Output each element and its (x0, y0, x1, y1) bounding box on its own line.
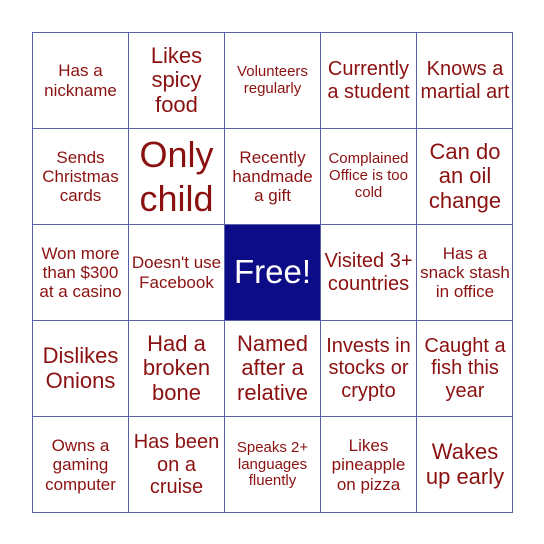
bingo-cell[interactable]: Likes pineapple on pizza (321, 417, 417, 513)
bingo-cell[interactable]: Doesn't use Facebook (129, 225, 225, 321)
bingo-cell-label: Wakes up early (425, 439, 505, 489)
bingo-cell-label: Knows a martial art (420, 58, 510, 103)
bingo-cell-label: Has been on a cruise (133, 431, 220, 499)
bingo-cell[interactable]: Speaks 2+ languages fluently (225, 417, 321, 513)
bingo-cell[interactable]: Knows a martial art (417, 33, 513, 129)
bingo-cell-label: Caught a fish this year (424, 334, 506, 402)
free-space-cell[interactable]: Free! (225, 225, 321, 321)
bingo-cell-label: Doesn't use Facebook (131, 253, 222, 292)
bingo-cell-label: Complained Office is too cold (328, 150, 409, 201)
bingo-cell-label: Only child (139, 134, 214, 219)
bingo-cell[interactable]: Visited 3+ countries (321, 225, 417, 321)
bingo-cell-label: Likes spicy food (150, 42, 203, 117)
bingo-cell-label: Has a nickname (44, 61, 117, 100)
bingo-cell-label: Currently a student (327, 58, 410, 103)
bingo-cell-label: Speaks 2+ languages fluently (236, 438, 309, 490)
bingo-board: Has a nickname Likes spicy food Volunteers… (32, 32, 513, 513)
bingo-cell-label: Dislikes Onions (42, 342, 119, 393)
bingo-cell[interactable]: Named after a relative (225, 321, 321, 417)
bingo-cell-label: Likes pineapple on pizza (331, 436, 406, 494)
bingo-cell[interactable]: Currently a student (321, 33, 417, 129)
bingo-cell-label: Free! (233, 253, 312, 291)
bingo-cell[interactable]: Can do an oil change (417, 129, 513, 225)
bingo-cell[interactable]: Complained Office is too cold (321, 129, 417, 225)
bingo-cell[interactable]: Volunteers regularly (225, 33, 321, 129)
bingo-cell[interactable]: Dislikes Onions (33, 321, 129, 417)
bingo-cell[interactable]: Has been on a cruise (129, 417, 225, 513)
bingo-cell[interactable]: Sends Christmas cards (33, 129, 129, 225)
bingo-cell[interactable]: Only child (129, 129, 225, 225)
bingo-cell-label: Had a broken bone (142, 330, 211, 405)
bingo-cell-label: Visited 3+ countries (324, 250, 413, 295)
bingo-cell[interactable]: Has a nickname (33, 33, 129, 129)
bingo-cell-label: Volunteers regularly (237, 62, 308, 97)
bingo-cell[interactable]: Had a broken bone (129, 321, 225, 417)
bingo-cell[interactable]: Invests in stocks or crypto (321, 321, 417, 417)
bingo-cell[interactable]: Recently handmade a gift (225, 129, 321, 225)
bingo-cell[interactable]: Likes spicy food (129, 33, 225, 129)
bingo-cell-label: Named after a relative (237, 330, 308, 405)
bingo-cell-label: Has a snack stash in office (420, 243, 510, 302)
bingo-cell-label: Invests in stocks or crypto (326, 334, 411, 402)
bingo-cell[interactable]: Owns a gaming computer (33, 417, 129, 513)
bingo-cell-label: Won more than $300 at a casino (39, 243, 122, 302)
bingo-cell[interactable]: Has a snack stash in office (417, 225, 513, 321)
bingo-cell-label: Can do an oil change (428, 138, 502, 213)
bingo-cell-label: Recently handmade a gift (232, 147, 313, 206)
bingo-cell-label: Sends Christmas cards (42, 147, 119, 206)
bingo-cell[interactable]: Caught a fish this year (417, 321, 513, 417)
bingo-cell-label: Owns a gaming computer (45, 436, 116, 494)
bingo-cell[interactable]: Wakes up early (417, 417, 513, 513)
bingo-cell[interactable]: Won more than $300 at a casino (33, 225, 129, 321)
